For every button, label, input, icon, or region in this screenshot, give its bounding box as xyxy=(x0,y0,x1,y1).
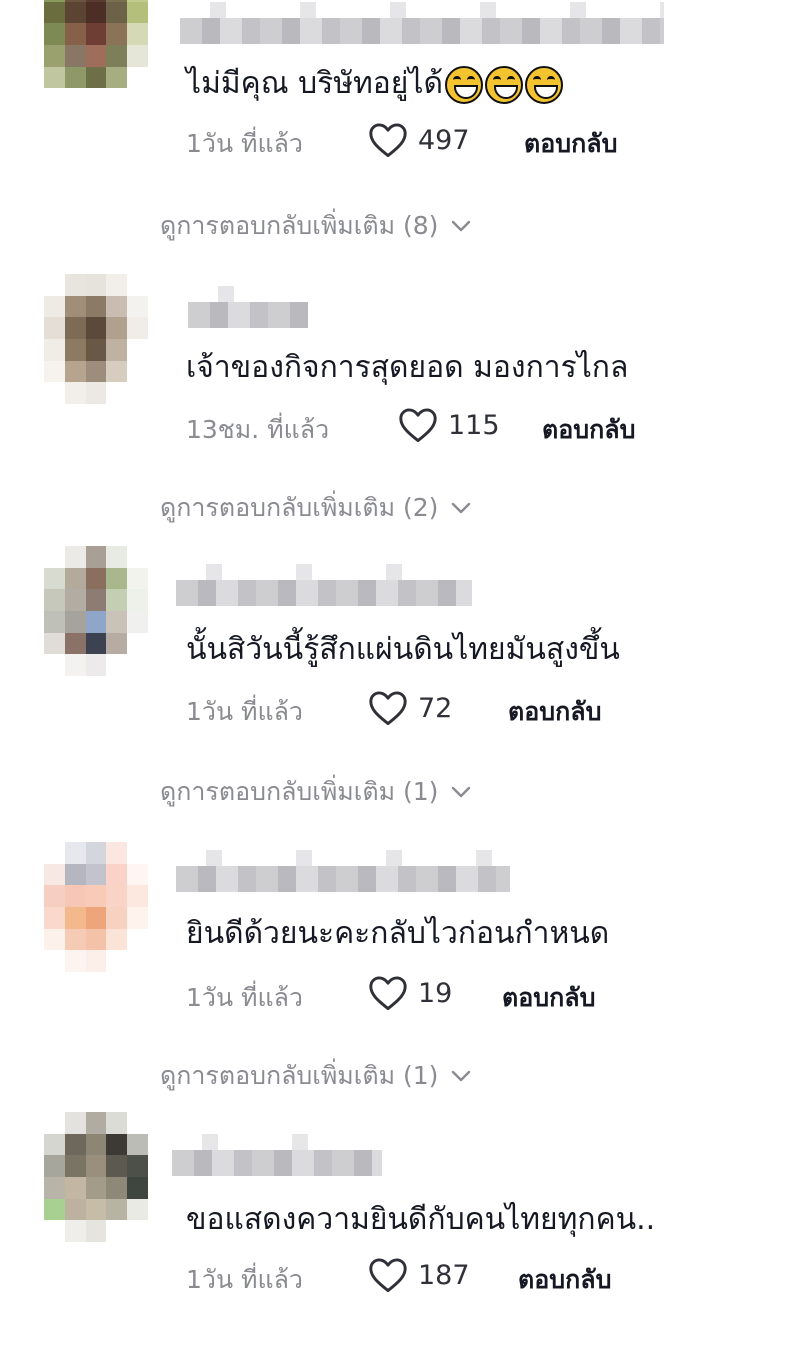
like-count: 187 xyxy=(418,1259,470,1291)
view-more-replies-label: ดูการตอบกลับเพิ่มเติม (8) xyxy=(160,211,439,240)
reply-button[interactable]: ตอบกลับ xyxy=(518,1260,611,1300)
avatar[interactable] xyxy=(44,546,148,676)
avatar[interactable] xyxy=(44,0,148,110)
heart-outline-icon xyxy=(369,1258,407,1293)
username[interactable] xyxy=(180,2,664,44)
heart-outline-icon xyxy=(369,691,407,726)
comment-time: 1วัน ที่แล้ว xyxy=(186,1265,303,1294)
laugh-cry-emoji-icon xyxy=(524,65,563,104)
view-more-replies-label: ดูการตอบกลับเพิ่มเติม (1) xyxy=(160,777,439,806)
like-button[interactable]: 497 xyxy=(368,122,470,158)
comment-time: 1วัน ที่แล้ว xyxy=(186,697,303,726)
username[interactable] xyxy=(172,1134,382,1176)
comment-text: ขอแสดงความยินดีกับคนไทยทุกคน.. xyxy=(186,1202,656,1237)
like-button[interactable]: 115 xyxy=(398,407,500,443)
comment-item: ไม่มีคุณ บริษัทอยู่ได้ 1วัน ที่แล้ว 497 … xyxy=(0,0,800,220)
like-button[interactable]: 72 xyxy=(368,690,452,726)
comment-text-content: ไม่มีคุณ บริษัทอยู่ได้ xyxy=(186,66,443,101)
reply-button[interactable]: ตอบกลับ xyxy=(524,124,617,164)
avatar[interactable] xyxy=(44,1112,148,1242)
like-button[interactable]: 187 xyxy=(368,1257,470,1293)
comment-item: นั้นสิวันนี้รู้สึกแผ่นดินไทยมันสูงขึ้น 1… xyxy=(0,546,800,786)
chevron-down-icon xyxy=(452,220,471,232)
chevron-down-icon xyxy=(452,502,471,514)
chevron-down-icon xyxy=(452,786,471,798)
username[interactable] xyxy=(176,850,510,892)
reply-button[interactable]: ตอบกลับ xyxy=(508,692,601,732)
comment-item: เจ้าของกิจการสุดยอด มองการไกล 13ชม. ที่แ… xyxy=(0,274,800,514)
view-more-replies-label: ดูการตอบกลับเพิ่มเติม (2) xyxy=(160,493,439,522)
like-count: 115 xyxy=(448,409,500,441)
view-more-replies-label: ดูการตอบกลับเพิ่มเติม (1) xyxy=(160,1061,439,1090)
heart-outline-icon xyxy=(369,123,407,158)
comment-time: 13ชม. ที่แล้ว xyxy=(186,415,330,444)
comment-item: ขอแสดงความยินดีกับคนไทยทุกคน.. 1วัน ที่แ… xyxy=(0,1112,800,1352)
view-more-replies[interactable]: ดูการตอบกลับเพิ่มเติม (1) xyxy=(160,772,472,812)
reply-button[interactable]: ตอบกลับ xyxy=(542,410,635,450)
reply-button[interactable]: ตอบกลับ xyxy=(502,978,595,1018)
view-more-replies[interactable]: ดูการตอบกลับเพิ่มเติม (1) xyxy=(160,1056,472,1096)
comment-text: นั้นสิวันนี้รู้สึกแผ่นดินไทยมันสูงขึ้น xyxy=(186,632,620,667)
like-count: 19 xyxy=(418,977,453,1009)
comment-text: ยินดีด้วยนะคะกลับไวก่อนกำหนด xyxy=(186,916,610,951)
comment-text: ไม่มีคุณ บริษัทอยู่ได้ xyxy=(186,60,563,107)
comment-time: 1วัน ที่แล้ว xyxy=(186,129,303,158)
comment-text: เจ้าของกิจการสุดยอด มองการไกล xyxy=(186,350,629,385)
username[interactable] xyxy=(176,564,472,606)
comment-item: ยินดีด้วยนะคะกลับไวก่อนกำหนด 1วัน ที่แล้… xyxy=(0,842,800,1082)
like-count: 497 xyxy=(418,124,470,156)
laugh-cry-emoji-icon xyxy=(484,65,523,104)
like-count: 72 xyxy=(418,692,453,724)
comment-time: 1วัน ที่แล้ว xyxy=(186,983,303,1012)
heart-outline-icon xyxy=(369,976,407,1011)
like-button[interactable]: 19 xyxy=(368,975,452,1011)
username[interactable] xyxy=(188,286,308,328)
heart-outline-icon xyxy=(399,408,437,443)
avatar[interactable] xyxy=(44,274,148,404)
laugh-cry-emoji-icon xyxy=(444,65,483,104)
avatar[interactable] xyxy=(44,842,148,972)
view-more-replies[interactable]: ดูการตอบกลับเพิ่มเติม (8) xyxy=(160,206,472,246)
chevron-down-icon xyxy=(452,1070,471,1082)
view-more-replies[interactable]: ดูการตอบกลับเพิ่มเติม (2) xyxy=(160,488,472,528)
